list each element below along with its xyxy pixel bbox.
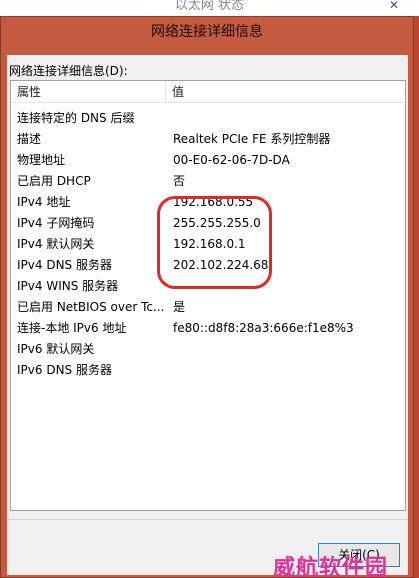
value-cell: fe80::d8f8:28a3:666e:f1e8%3 — [173, 321, 354, 335]
dialog-title: 网络连接详细信息 — [151, 24, 263, 40]
column-header-value[interactable]: 值 — [166, 81, 405, 103]
property-cell: 连接-本地 IPv6 地址 — [17, 321, 127, 335]
column-header-property[interactable]: 属性 — [11, 81, 166, 103]
property-cell: IPv6 DNS 服务器 — [17, 363, 112, 377]
dialog-titlebar[interactable]: 网络连接详细信息 — [1, 17, 413, 44]
details-caption: 网络连接详细信息(D): — [9, 64, 128, 78]
table-row[interactable]: 已启用 NetBIOS over Tc... 是 — [11, 297, 405, 318]
table-row[interactable]: 连接特定的 DNS 后缀 — [11, 108, 405, 129]
watermark-logo: 威航软件园 — [273, 556, 389, 578]
details-list[interactable]: 属性 值 连接特定的 DNS 后缀 描述 Realtek PCIe FE 系列控制器… — [10, 80, 406, 511]
value-cell — [173, 339, 403, 360]
property-cell: 已启用 NetBIOS over Tc... — [17, 300, 165, 314]
property-cell: IPv4 默认网关 — [17, 237, 95, 251]
divider — [7, 519, 408, 520]
property-cell: 描述 — [17, 132, 42, 146]
property-cell: 连接特定的 DNS 后缀 — [17, 111, 135, 125]
table-row[interactable]: 连接-本地 IPv6 地址 fe80::d8f8:28a3:666e:f1e8%3 — [11, 318, 405, 339]
property-cell: IPv6 默认网关 — [17, 342, 95, 356]
ipv4-highlight-ring — [157, 196, 272, 289]
property-cell: IPv4 DNS 服务器 — [17, 258, 112, 272]
close-icon[interactable]: ✕ — [389, 0, 399, 12]
background-window-title: 以太网 状态 — [174, 0, 245, 13]
network-details-dialog: 网络连接详细信息 网络连接详细信息(D): 属性 值 连接特定的 DNS 后缀描… — [0, 16, 414, 578]
property-cell: 已启用 DHCP — [17, 174, 91, 188]
table-row[interactable]: 描述 Realtek PCIe FE 系列控制器 — [11, 129, 405, 150]
property-cell: 物理地址 — [17, 153, 66, 167]
table-row[interactable]: IPv6 DNS 服务器 — [11, 360, 405, 381]
property-cell: IPv4 子网掩码 — [17, 216, 95, 230]
value-cell: Realtek PCIe FE 系列控制器 — [173, 132, 331, 146]
value-cell: 00-E0-62-06-7D-DA — [173, 153, 290, 167]
table-row[interactable]: IPv6 默认网关 — [11, 339, 405, 360]
value-cell — [173, 360, 403, 381]
value-cell: 是 — [173, 300, 186, 314]
dialog-client-area: 网络连接详细信息(D): 属性 值 连接特定的 DNS 后缀 描述 Realtek … — [7, 55, 408, 575]
property-cell: IPv4 WINS 服务器 — [17, 279, 119, 293]
background-window: 以太网 状态 ✕ — [0, 0, 419, 16]
value-cell — [173, 108, 403, 129]
list-header: 属性 值 — [11, 81, 405, 103]
property-cell: IPv4 地址 — [17, 195, 71, 209]
table-row[interactable]: 物理地址 00-E0-62-06-7D-DA — [11, 150, 405, 171]
value-cell: 否 — [173, 174, 186, 188]
table-row[interactable]: 已启用 DHCP 否 — [11, 171, 405, 192]
